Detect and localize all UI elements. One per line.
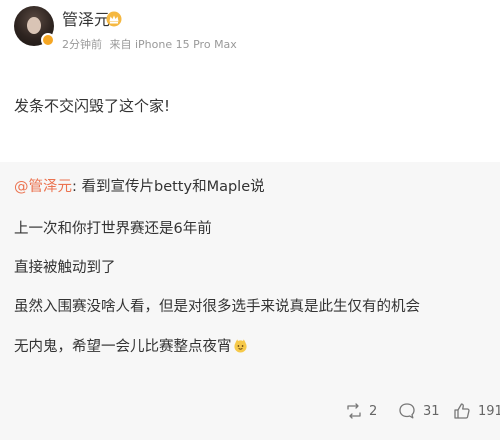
repost-line: 上一次和你打世界赛还是6年前 <box>14 221 212 237</box>
emoji-icon <box>233 339 247 353</box>
post-text: 发条不交闪毁了这个家! <box>14 97 171 115</box>
repost-line: 无内鬼，希望一会儿比赛整点夜宵 <box>14 339 232 355</box>
post-time: 2分钟前 <box>62 38 102 51</box>
comment-icon <box>399 403 415 419</box>
repost-first-text: : 看到宣传片betty和Maple说 <box>72 179 265 195</box>
repost-button[interactable]: 2 <box>345 400 377 422</box>
crown-icon <box>106 11 122 27</box>
comment-button[interactable]: 31 <box>397 400 440 422</box>
like-count: 191 <box>478 403 500 419</box>
repost-line: 直接被触动到了 <box>14 260 116 276</box>
mention-link[interactable]: @管泽元 <box>14 179 72 195</box>
repost-icon <box>347 403 361 419</box>
action-bar: 2 31 191 <box>0 400 500 422</box>
repost-first-line: @管泽元: 看到宣传片betty和Maple说 <box>14 177 265 197</box>
post-source: 来自 iPhone 15 Pro Max <box>109 38 237 51</box>
like-button[interactable]: 191 <box>452 400 500 422</box>
repost-line: 虽然入围赛没啥人看，但是对很多选手来说真是此生仅有的机会 <box>14 299 420 315</box>
reposted-content[interactable]: @管泽元: 看到宣传片betty和Maple说 上一次和你打世界赛还是6年前 直… <box>0 162 500 440</box>
verified-badge-icon <box>41 33 55 47</box>
author-name[interactable]: 管泽元 <box>62 10 110 30</box>
repost-last-line: 无内鬼，希望一会儿比赛整点夜宵 <box>14 337 248 357</box>
post-meta: 2分钟前 来自 iPhone 15 Pro Max <box>62 38 241 52</box>
repost-count: 2 <box>369 403 378 419</box>
post-header: 管泽元 2分钟前 来自 iPhone 15 Pro Max <box>14 6 486 62</box>
like-icon <box>454 403 470 419</box>
comment-count: 31 <box>423 403 440 419</box>
avatar-face <box>27 17 41 34</box>
